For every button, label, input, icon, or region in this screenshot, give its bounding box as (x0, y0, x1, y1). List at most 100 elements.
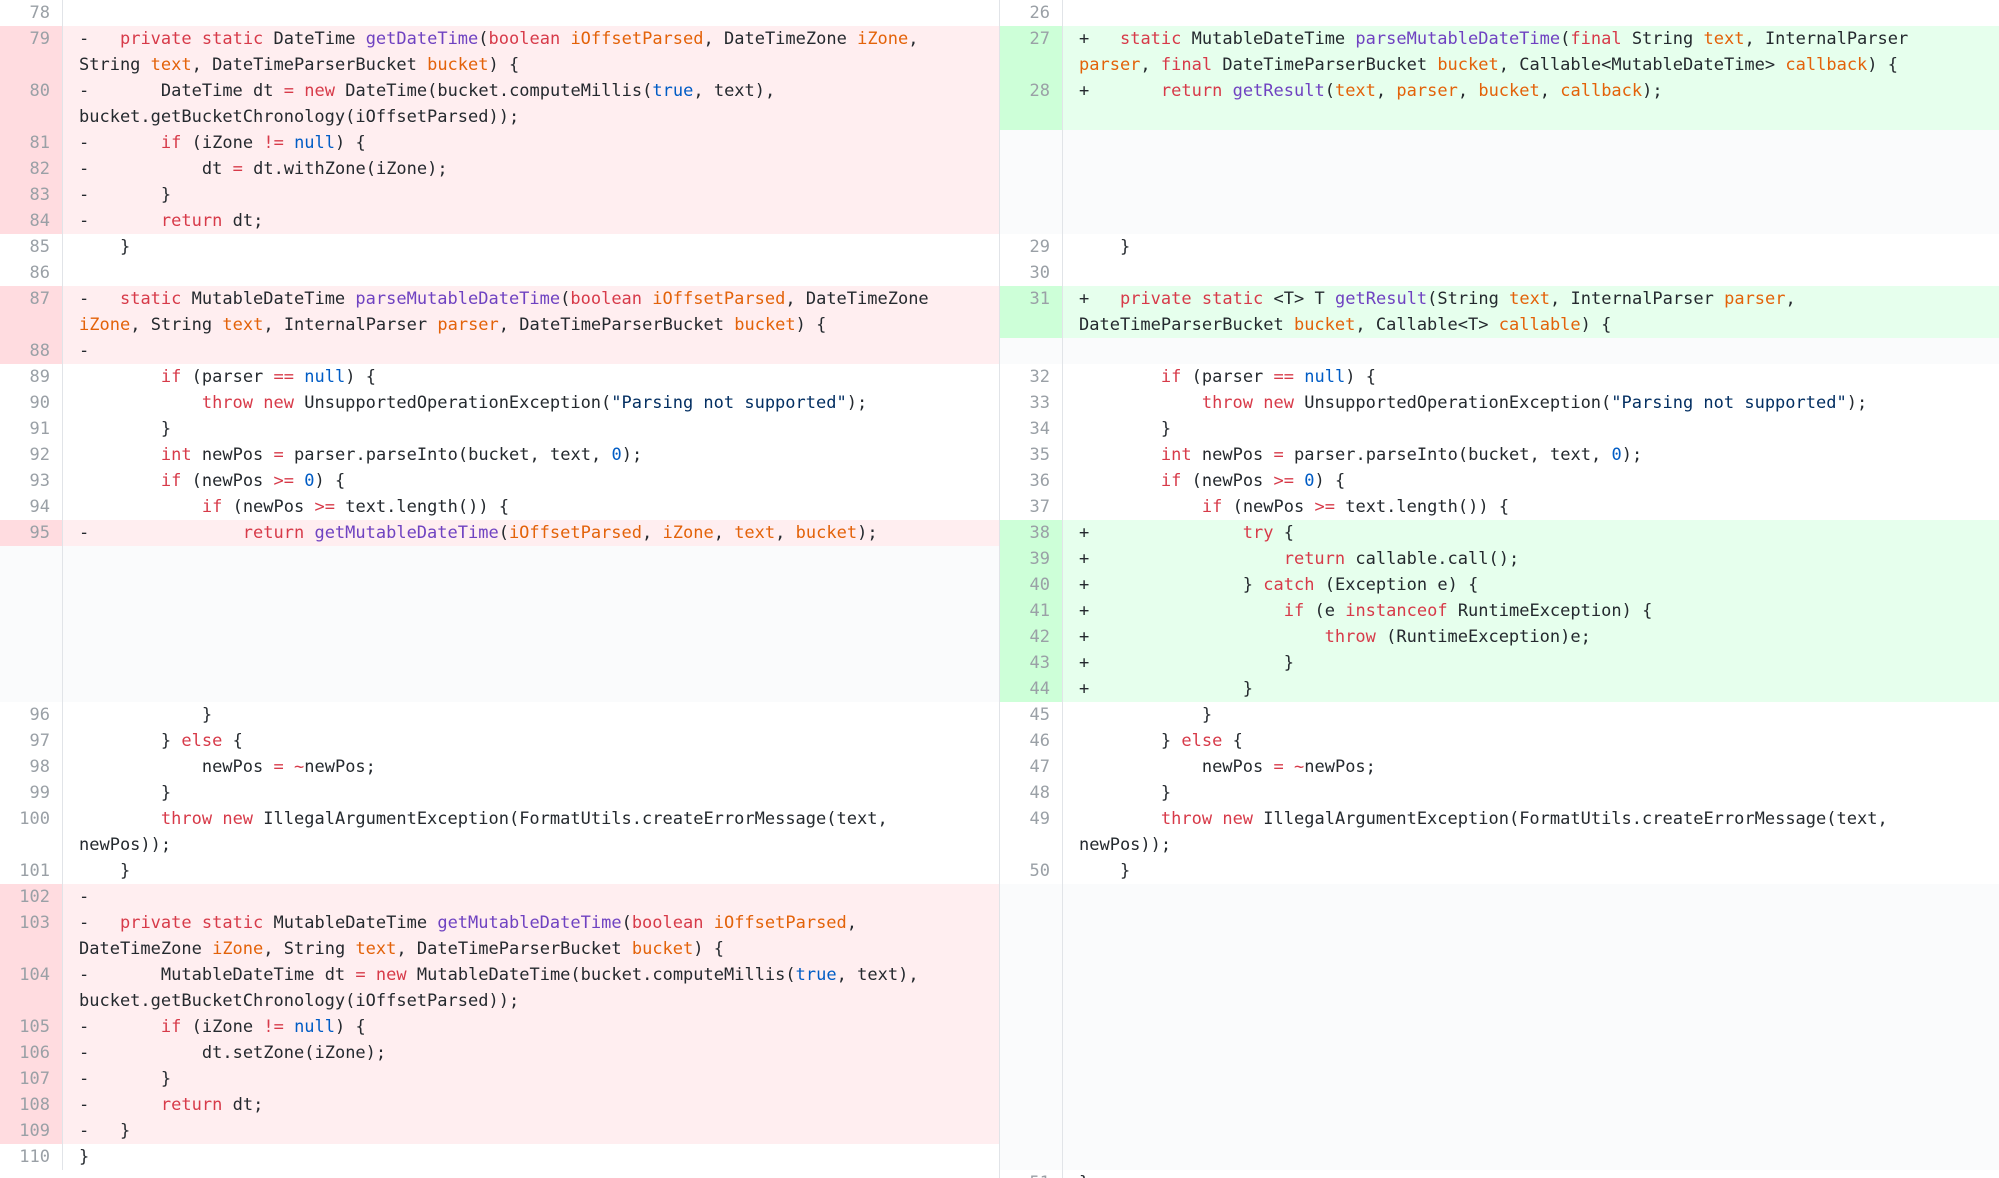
line-number[interactable]: 89 (30, 364, 50, 390)
context-line: 100 throw new IllegalArgumentException(F… (0, 806, 999, 858)
code-line-text: - dt = dt.withZone(iZone); (79, 159, 448, 179)
line-number[interactable]: 49 (1030, 806, 1050, 832)
code-line-text: - return dt; (79, 211, 264, 231)
line-number[interactable]: 106 (19, 1040, 50, 1066)
line-number[interactable]: 31 (1030, 286, 1050, 312)
code-content: } else { (1079, 728, 1987, 754)
line-number[interactable]: 38 (1030, 520, 1050, 546)
line-number[interactable]: 37 (1030, 494, 1050, 520)
line-number[interactable]: 50 (1030, 858, 1050, 884)
line-number[interactable]: 29 (1030, 234, 1050, 260)
line-number[interactable]: 105 (19, 1014, 50, 1040)
code-line-text: + } (1079, 679, 1254, 699)
line-number[interactable]: 109 (19, 1118, 50, 1144)
line-number[interactable]: 33 (1030, 390, 1050, 416)
line-number[interactable]: 100 (19, 806, 50, 832)
code-content: if (newPos >= text.length()) { (79, 494, 987, 520)
line-number[interactable]: 93 (30, 468, 50, 494)
line-number[interactable]: 96 (30, 702, 50, 728)
line-number[interactable]: 98 (30, 754, 50, 780)
line-number[interactable]: 92 (30, 442, 50, 468)
context-line: 99 } (0, 780, 999, 806)
line-number-gutter: 50 (1000, 858, 1063, 884)
line-number-gutter: 102 (0, 884, 63, 910)
line-number[interactable]: 36 (1030, 468, 1050, 494)
line-number[interactable]: 47 (1030, 754, 1050, 780)
code-line-text: - if (iZone != null) { (79, 133, 366, 153)
line-number[interactable]: 40 (1030, 572, 1050, 598)
line-number[interactable]: 80 (30, 78, 50, 104)
code-line-text: throw new UnsupportedOperationException(… (201, 393, 868, 413)
line-number[interactable]: 95 (30, 520, 50, 546)
line-number[interactable]: 34 (1030, 416, 1050, 442)
line-number[interactable]: 94 (30, 494, 50, 520)
line-number-gutter: 87 (0, 286, 63, 338)
line-number[interactable]: 86 (30, 260, 50, 286)
line-number[interactable]: 85 (30, 234, 50, 260)
code-content: - private static DateTime getDateTime(bo… (79, 26, 987, 78)
line-number[interactable]: 91 (30, 416, 50, 442)
line-number[interactable]: 97 (30, 728, 50, 754)
line-number-gutter: 105 (0, 1014, 63, 1040)
line-number[interactable]: 39 (1030, 546, 1050, 572)
line-number[interactable]: 102 (19, 884, 50, 910)
code-content: - (79, 338, 987, 364)
line-number[interactable]: 51 (1030, 1170, 1050, 1178)
line-number[interactable]: 108 (19, 1092, 50, 1118)
line-number[interactable]: 44 (1030, 676, 1050, 702)
line-number[interactable]: 32 (1030, 364, 1050, 390)
added-line: 43 + } (1000, 650, 1999, 676)
context-line: 47 newPos = ~newPos; (1000, 754, 1999, 780)
context-line: 85 } (0, 234, 999, 260)
line-number-gutter: 89 (0, 364, 63, 390)
line-number[interactable]: 27 (1030, 26, 1050, 52)
line-number-gutter: 91 (0, 416, 63, 442)
line-number[interactable]: 87 (30, 286, 50, 312)
code-line-text: if (parser == null) { (1160, 367, 1376, 387)
line-number[interactable]: 45 (1030, 702, 1050, 728)
line-number[interactable]: 101 (19, 858, 50, 884)
line-number[interactable]: 79 (30, 26, 50, 52)
line-number[interactable]: 48 (1030, 780, 1050, 806)
line-number[interactable]: 83 (30, 182, 50, 208)
code-content: - return getMutableDateTime(iOffsetParse… (79, 520, 987, 546)
line-number[interactable]: 28 (1030, 78, 1050, 104)
line-number-gutter: 47 (1000, 754, 1063, 780)
code-content: if (newPos >= 0) { (1079, 468, 1987, 494)
context-line: 94 if (newPos >= text.length()) { (0, 494, 999, 520)
code-line-text: } else { (160, 731, 243, 751)
context-line: 34 } (1000, 416, 1999, 442)
line-number[interactable]: 26 (1030, 0, 1050, 26)
line-number[interactable]: 42 (1030, 624, 1050, 650)
line-number[interactable]: 46 (1030, 728, 1050, 754)
context-line: 35 int newPos = parser.parseInto(bucket,… (1000, 442, 1999, 468)
line-number[interactable]: 78 (30, 0, 50, 26)
code-line-text: + return callable.call(); (1079, 549, 1520, 569)
line-number[interactable]: 104 (19, 962, 50, 988)
line-number[interactable]: 88 (30, 338, 50, 364)
code-line-text: - (79, 887, 90, 907)
line-number[interactable]: 103 (19, 910, 50, 936)
line-number-gutter: 109 (0, 1118, 63, 1144)
line-number[interactable]: 41 (1030, 598, 1050, 624)
line-number[interactable]: 107 (19, 1066, 50, 1092)
line-number[interactable]: 35 (1030, 442, 1050, 468)
code-content (1079, 130, 1987, 234)
line-number[interactable]: 43 (1030, 650, 1050, 676)
context-line: 98 newPos = ~newPos; (0, 754, 999, 780)
line-number[interactable]: 81 (30, 130, 50, 156)
deleted-line: 102 - (0, 884, 999, 910)
line-number[interactable]: 82 (30, 156, 50, 182)
line-number-gutter: 37 (1000, 494, 1063, 520)
line-number[interactable]: 84 (30, 208, 50, 234)
line-number-gutter: 88 (0, 338, 63, 364)
line-number[interactable]: 99 (30, 780, 50, 806)
context-line: 97 } else { (0, 728, 999, 754)
code-content: throw new IllegalArgumentException(Forma… (1079, 806, 1987, 858)
line-number[interactable]: 110 (19, 1144, 50, 1170)
line-number[interactable]: 90 (30, 390, 50, 416)
line-number[interactable]: 30 (1030, 260, 1050, 286)
